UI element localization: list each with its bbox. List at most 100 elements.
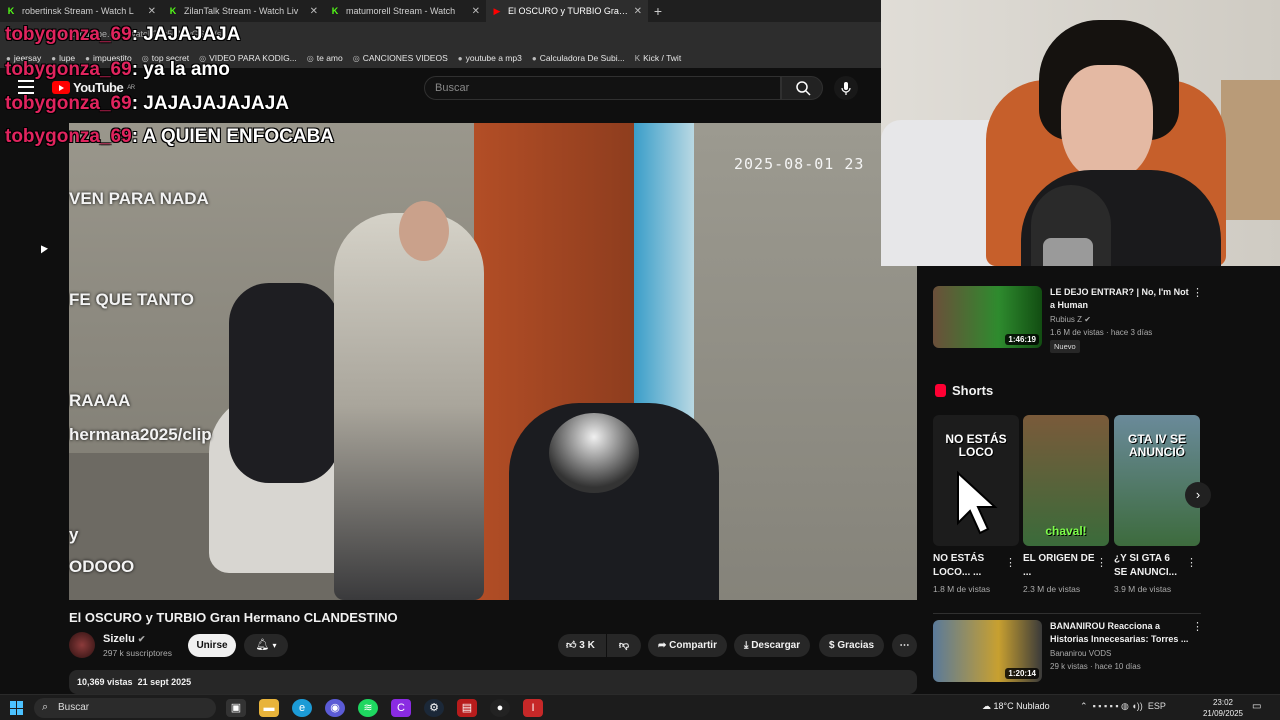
youtube-icon: ▶ — [493, 6, 501, 16]
related-video-channel: Bananirou VODS — [1050, 649, 1112, 658]
short-views: 3.9 M de vistas — [1114, 584, 1172, 594]
weather-widget[interactable]: ☁ 18°C Nublado — [982, 701, 1050, 712]
windows-taskbar: ⌕ Buscar ▣ ▬ e ◉ ≋ C ⚙ ▤ ● I ☁ 18°C Nubl… — [0, 694, 1280, 720]
short-views: 1.8 M de vistas — [933, 584, 991, 594]
webcam-overlay — [881, 0, 1280, 266]
more-vertical-icon[interactable]: ⋮ — [1192, 286, 1203, 299]
app-icon[interactable]: ▤ — [457, 699, 477, 717]
bookmark-item[interactable]: ● Calculadora De Subi... — [532, 53, 625, 63]
more-vertical-icon[interactable]: ⋮ — [1186, 556, 1197, 569]
subscriber-count: 297 k suscriptores — [103, 648, 172, 658]
download-icon: ⤓ — [744, 640, 749, 651]
video-title: El OSCURO y TURBIO Gran Hermano CLANDEST… — [69, 610, 398, 625]
close-tab-icon[interactable]: ✕ — [634, 6, 642, 17]
shorts-icon — [935, 384, 946, 397]
verified-icon: ✔ — [137, 634, 146, 644]
new-badge: Nuevo — [1050, 340, 1080, 353]
more-vertical-icon[interactable]: ⋮ — [1005, 556, 1016, 569]
browser-tab-strip: K robertinsk Stream - Watch L ✕ K ZilanT… — [0, 0, 881, 22]
voice-search-button[interactable] — [834, 76, 858, 100]
download-button[interactable]: ⤓ Descargar — [734, 634, 811, 657]
description-box[interactable]: 10,369 vistas 21 sept 2025 — [69, 670, 917, 694]
close-tab-icon[interactable]: ✕ — [310, 6, 318, 17]
join-button[interactable]: Unirse — [188, 634, 236, 657]
globe-icon: ◎ — [306, 53, 314, 63]
spotify-icon[interactable]: ≋ — [358, 699, 378, 717]
publish-date: 21 sept 2025 — [137, 677, 192, 687]
search-button[interactable] — [781, 76, 823, 100]
task-view-icon[interactable]: ▣ — [226, 699, 246, 717]
scrollbar[interactable] — [1264, 266, 1280, 694]
taskbar-clock[interactable]: 23:02 21/09/2025 — [1200, 697, 1246, 719]
related-video-title: LE DEJO ENTRAR? | No, I'm Not a Human — [1050, 287, 1189, 310]
notifications-button[interactable]: 🔔︎ ▾ — [244, 634, 288, 657]
edge-icon[interactable]: e — [292, 699, 312, 717]
thanks-icon: $ — [829, 640, 835, 651]
search-input[interactable]: Buscar — [424, 76, 781, 100]
close-tab-icon[interactable]: ✕ — [148, 6, 156, 17]
video-player[interactable]: 2025-08-01 23 VEN PARA NADA FE QUE TANTO… — [69, 123, 917, 600]
related-video[interactable]: 1:20:14 BANANIROU Reacciona a Historias … — [933, 620, 1203, 692]
system-tray[interactable]: ⌃ ▪ ▪ ▪ ▪ ▪ ◍ ◖)) ESP — [1080, 701, 1166, 712]
video-overlay-text: FE QUE TANTO — [69, 290, 194, 309]
short-card[interactable]: GTA IV SE ANUNCIÓ — [1114, 415, 1200, 546]
related-sidebar: 1:46:19 LE DEJO ENTRAR? | No, I'm Not a … — [917, 266, 1280, 694]
chevron-up-icon: ⌃ — [1080, 701, 1088, 711]
app-icon[interactable]: ◉ — [325, 699, 345, 717]
more-actions-button[interactable]: ⋯ — [892, 634, 917, 657]
menu-icon[interactable] — [18, 80, 34, 94]
tab-title: ZilanTalk Stream - Watch Liv — [184, 6, 299, 16]
short-card[interactable]: NO ESTÁS LOCO — [933, 415, 1019, 546]
bell-icon: 🔔︎ — [255, 639, 270, 651]
globe-icon: ◎ — [352, 53, 360, 63]
steam-icon[interactable]: ⚙ — [424, 699, 444, 717]
channel-avatar[interactable] — [69, 632, 95, 658]
share-button[interactable]: ➦ Compartir — [648, 634, 727, 657]
bookmark-item[interactable]: ◎ te amo — [307, 53, 343, 63]
browser-tab[interactable]: K ZilanTalk Stream - Watch Liv ✕ — [162, 0, 324, 22]
related-video-meta: 1.6 M de vistas · hace 3 días — [1050, 328, 1153, 337]
chat-message: tobygonza_69: JAJAJAJA — [5, 24, 241, 45]
app-icon[interactable]: I — [523, 699, 543, 717]
new-tab-button[interactable]: + — [648, 3, 668, 19]
more-vertical-icon[interactable]: ⋮ — [1096, 556, 1107, 569]
related-video-meta: 29 k vistas · hace 10 días — [1050, 662, 1141, 671]
bookmark-item[interactable]: ◎ CANCIONES VIDEOS — [353, 53, 448, 63]
related-video[interactable]: 1:46:19 LE DEJO ENTRAR? | No, I'm Not a … — [933, 286, 1203, 358]
language-indicator: ESP — [1147, 701, 1166, 711]
more-vertical-icon[interactable]: ⋮ — [1192, 620, 1203, 633]
bookmark-icon: ● — [531, 53, 537, 63]
close-tab-icon[interactable]: ✕ — [472, 6, 480, 17]
shorts-next-button[interactable]: › — [1185, 482, 1211, 508]
channel-name[interactable]: Sizelu ✔ — [103, 633, 145, 645]
bookmark-item[interactable]: ● youtube a mp3 — [458, 53, 522, 63]
obs-icon[interactable]: ● — [490, 699, 510, 717]
cursor-graphic — [957, 470, 998, 535]
browser-tab-active[interactable]: ▶ El OSCURO y TURBIO Gran H ✕ — [486, 0, 648, 22]
video-duration: 1:46:19 — [1005, 334, 1039, 345]
short-card[interactable]: chaval! — [1023, 415, 1109, 546]
notification-icon[interactable]: ▭ — [1252, 701, 1261, 712]
like-button[interactable]: 👍︎ 3 K — [558, 634, 606, 657]
share-icon: ➦ — [658, 640, 667, 651]
thanks-button[interactable]: $ Gracias — [819, 634, 885, 657]
short-title[interactable]: EL ORIGEN DE ... — [1023, 552, 1095, 580]
video-overlay-text: RAAAA — [69, 391, 131, 410]
short-thumbnail-text: chaval! — [1045, 524, 1087, 538]
windows-start-icon[interactable] — [10, 701, 24, 715]
file-explorer-icon[interactable]: ▬ — [259, 699, 279, 717]
app-icon[interactable]: C — [391, 699, 411, 717]
more-icon: ⋯ — [899, 640, 910, 651]
bookmark-item[interactable]: K Kick / Twit — [635, 53, 681, 63]
dislike-button[interactable]: 👎︎ — [607, 634, 641, 657]
taskbar-search[interactable]: ⌕ Buscar — [34, 698, 216, 718]
browser-tab[interactable]: K robertinsk Stream - Watch L ✕ — [0, 0, 162, 22]
video-timestamp: 2025-08-01 23 — [734, 155, 865, 173]
short-title[interactable]: NO ESTÁS LOCO... ... — [933, 552, 1005, 580]
browser-tab[interactable]: K matumorell Stream - Watch ✕ — [324, 0, 486, 22]
tab-title: El OSCURO y TURBIO Gran H — [508, 6, 630, 16]
short-thumbnail-text: GTA IV SE ANUNCIÓ — [1127, 432, 1186, 459]
short-title[interactable]: ¿Y SI GTA 6 SE ANUNCI... — [1114, 552, 1186, 580]
thumbs-down-icon: 👎︎ — [618, 640, 630, 651]
taskbar-apps: ▣ ▬ e ◉ ≋ C ⚙ ▤ ● I — [226, 699, 543, 717]
